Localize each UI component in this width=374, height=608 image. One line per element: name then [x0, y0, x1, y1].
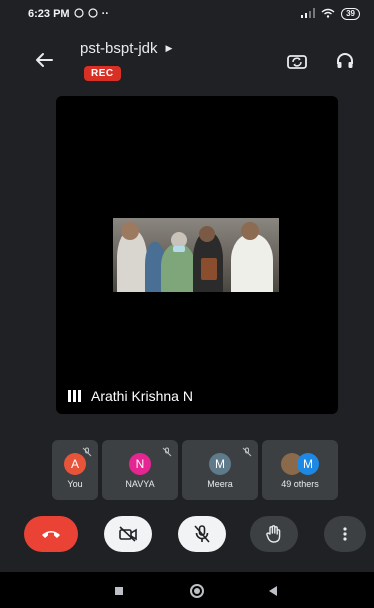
photo-gift — [201, 258, 217, 280]
phone-hangup-icon — [42, 531, 60, 538]
triangle-back-icon — [269, 586, 277, 596]
participant-name: 49 others — [281, 479, 319, 489]
participant-tile-meera[interactable]: M Meera — [182, 440, 258, 500]
participant-tile-you[interactable]: A You — [52, 440, 98, 500]
recents-button[interactable] — [110, 582, 128, 600]
switch-camera-icon — [287, 55, 307, 69]
participant-strip: A You N NAVYA M Meera M 49 others — [52, 440, 342, 500]
home-button[interactable] — [188, 582, 206, 600]
avatar: M — [297, 453, 319, 475]
more-notifications-indicator: ·· — [101, 8, 109, 20]
mic-off-icon — [194, 525, 210, 543]
signal-icon — [301, 7, 316, 21]
whatsapp-icon — [73, 7, 84, 21]
circle-icon — [190, 584, 204, 598]
status-bar: 6:23 PM ·· 39 — [0, 0, 374, 28]
main-video-tile[interactable]: Arathi Krishna N — [56, 96, 338, 414]
participant-name: You — [67, 479, 83, 489]
photo-person — [231, 234, 273, 292]
raise-hand-button[interactable] — [250, 516, 298, 552]
mic-toggle-button[interactable] — [178, 516, 226, 552]
participant-name: Meera — [207, 479, 233, 489]
square-icon — [115, 587, 123, 595]
meeting-header: pst-bspt-jdk ▶ REC — [0, 36, 374, 88]
whatsapp-icon-2 — [87, 7, 98, 21]
meeting-title-button[interactable]: pst-bspt-jdk ▶ — [80, 40, 172, 57]
active-speaker: Arathi Krishna N — [68, 388, 193, 404]
more-vert-icon — [343, 527, 347, 541]
recording-badge: REC — [84, 66, 121, 81]
mic-off-icon — [242, 444, 252, 462]
photo-person-head — [241, 222, 259, 240]
photo-person-head — [121, 222, 139, 240]
switch-camera-button[interactable] — [286, 50, 308, 72]
participant-name: NAVYA — [125, 479, 155, 489]
back-nav-button[interactable] — [264, 582, 282, 600]
camera-off-icon — [119, 526, 137, 542]
end-call-button[interactable] — [24, 516, 78, 552]
photo-mask — [173, 246, 185, 252]
call-controls — [0, 514, 374, 558]
participant-tile-navya[interactable]: N NAVYA — [102, 440, 178, 500]
status-left: 6:23 PM ·· — [28, 7, 109, 21]
arrow-left-icon — [36, 53, 53, 67]
camera-toggle-button[interactable] — [104, 516, 152, 552]
speaker-name: Arathi Krishna N — [91, 388, 193, 404]
mic-off-icon — [162, 444, 172, 462]
avatar: N — [129, 453, 151, 475]
more-options-button[interactable] — [324, 516, 366, 552]
caret-right-icon: ▶ — [165, 43, 173, 53]
mic-off-icon — [82, 444, 92, 462]
wifi-icon — [321, 8, 335, 21]
hand-icon — [266, 525, 281, 543]
shared-photo — [113, 218, 279, 292]
status-time: 6:23 PM — [28, 8, 70, 20]
avatar: M — [209, 453, 231, 475]
photo-person-head — [199, 226, 215, 242]
headphones-icon — [337, 53, 353, 68]
audio-level-icon — [68, 390, 81, 402]
back-button[interactable] — [32, 48, 56, 72]
avatar-stack: M — [281, 453, 319, 475]
status-right: 39 — [301, 7, 360, 21]
meeting-title: pst-bspt-jdk — [80, 40, 158, 57]
system-navigation-bar — [0, 572, 374, 608]
audio-output-button[interactable] — [334, 50, 356, 72]
participant-tile-others[interactable]: M 49 others — [262, 440, 338, 500]
battery-indicator: 39 — [341, 8, 360, 20]
